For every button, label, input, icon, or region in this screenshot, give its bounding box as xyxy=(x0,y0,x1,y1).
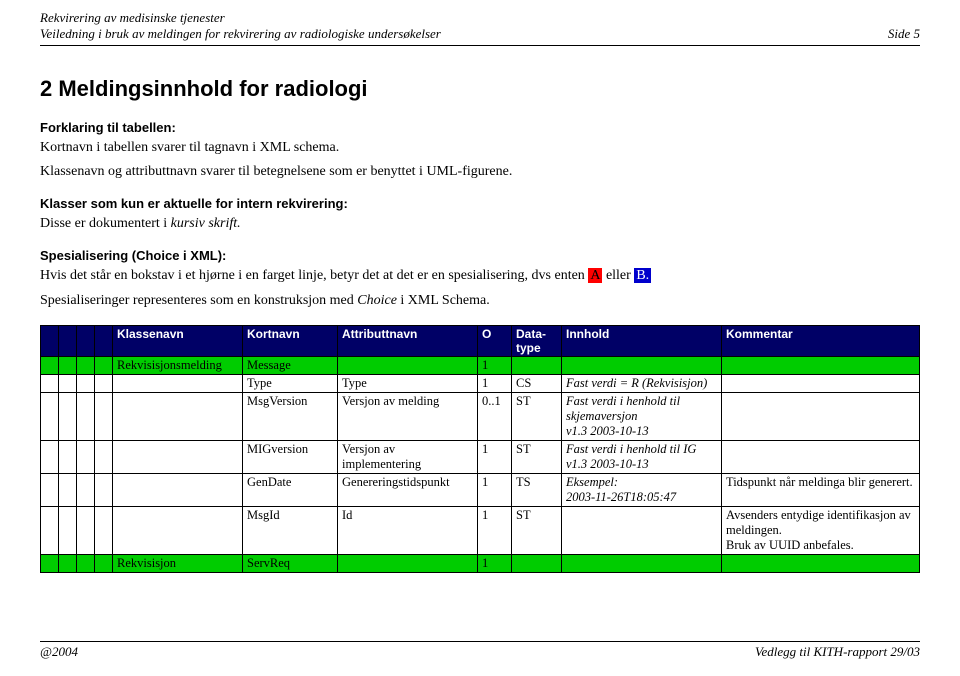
header-line2: Veiledning i bruk av meldingen for rekvi… xyxy=(40,26,441,42)
para-5-post: i XML Schema. xyxy=(397,293,490,308)
table-row: GenDate Genereringstidspunkt 1 TS Eksemp… xyxy=(41,473,920,506)
cell-innhold: Fast verdi i henhold til skjemaversjon v… xyxy=(562,392,722,440)
cell-innhold: Eksempel: 2003-11-26T18:05:47 xyxy=(562,473,722,506)
page-number: Side 5 xyxy=(888,26,920,42)
th-kortnavn: Kortnavn xyxy=(243,325,338,356)
cell-klassenavn: Rekvisisjonsmelding xyxy=(113,356,243,374)
header-line1: Rekvirering av medisinske tjenester xyxy=(40,10,920,26)
cell-datatype: ST xyxy=(512,392,562,440)
footer-right: Vedlegg til KITH-rapport 29/03 xyxy=(755,644,920,660)
cell-kortnavn: GenDate xyxy=(243,473,338,506)
th-kommentar: Kommentar xyxy=(722,325,920,356)
para-3: Disse er dokumentert i kursiv skrift. xyxy=(40,215,920,234)
table-row: MsgVersion Versjon av melding 0..1 ST Fa… xyxy=(41,392,920,440)
spec-table: Klassenavn Kortnavn Attributtnavn O Data… xyxy=(40,325,920,573)
cell-datatype: ST xyxy=(512,506,562,554)
cell-kortnavn: MsgVersion xyxy=(243,392,338,440)
table-header-row: Klassenavn Kortnavn Attributtnavn O Data… xyxy=(41,325,920,356)
para-5: Spesialiseringer representeres som en ko… xyxy=(40,292,920,311)
cell-kortnavn: Type xyxy=(243,374,338,392)
footer-rule xyxy=(40,641,920,642)
para-4-pre: Hvis det står en bokstav i et hjørne i e… xyxy=(40,268,588,283)
cell-attributtnavn: Type xyxy=(338,374,478,392)
para-5-it: Choice xyxy=(357,293,397,308)
table-row: Rekvisisjon ServReq 1 xyxy=(41,554,920,572)
subhead-spesialisering: Spesialisering (Choice i XML): xyxy=(40,248,920,263)
cell-o: 1 xyxy=(478,506,512,554)
cell-kortnavn: ServReq xyxy=(243,554,338,572)
choice-a-icon: A xyxy=(588,268,602,283)
page-footer: @2004 Vedlegg til KITH-rapport 29/03 xyxy=(40,641,920,660)
table-row: Type Type 1 CS Fast verdi = R (Rekvisisj… xyxy=(41,374,920,392)
footer-left: @2004 xyxy=(40,644,78,660)
cell-o: 1 xyxy=(478,473,512,506)
th-datatype: Data-type xyxy=(512,325,562,356)
cell-datatype: TS xyxy=(512,473,562,506)
cell-o: 1 xyxy=(478,554,512,572)
th-attributtnavn: Attributtnavn xyxy=(338,325,478,356)
cell-klassenavn: Rekvisisjon xyxy=(113,554,243,572)
cell-attributtnavn: Versjon av melding xyxy=(338,392,478,440)
th-klassenavn: Klassenavn xyxy=(113,325,243,356)
cell-innhold: Fast verdi = R (Rekvisisjon) xyxy=(562,374,722,392)
cell-attributtnavn: Versjon av implementering xyxy=(338,440,478,473)
cell-datatype: ST xyxy=(512,440,562,473)
header-rule xyxy=(40,45,920,46)
para-4: Hvis det står en bokstav i et hjørne i e… xyxy=(40,267,920,286)
cell-kortnavn: Message xyxy=(243,356,338,374)
cell-attributtnavn: Genereringstidspunkt xyxy=(338,473,478,506)
cell-attributtnavn: Id xyxy=(338,506,478,554)
cell-o: 1 xyxy=(478,440,512,473)
table-row: MsgId Id 1 ST Avsenders entydige identif… xyxy=(41,506,920,554)
para-5-pre: Spesialiseringer representeres som en ko… xyxy=(40,293,357,308)
para-1: Kortnavn i tabellen svarer til tagnavn i… xyxy=(40,139,920,158)
cell-datatype: CS xyxy=(512,374,562,392)
cell-kortnavn: MsgId xyxy=(243,506,338,554)
cell-kortnavn: MIGversion xyxy=(243,440,338,473)
para-2: Klassenavn og attributtnavn svarer til b… xyxy=(40,163,920,182)
cell-kommentar: Avsenders entydige identifikasjon av mel… xyxy=(722,506,920,554)
cell-o: 1 xyxy=(478,356,512,374)
page: Rekvirering av medisinske tjenester Veil… xyxy=(0,0,960,676)
para-3-pre: Disse er dokumentert i xyxy=(40,216,171,231)
para-3-it: kursiv skrift. xyxy=(171,216,241,231)
table-row: MIGversion Versjon av implementering 1 S… xyxy=(41,440,920,473)
page-header: Rekvirering av medisinske tjenester Veil… xyxy=(40,10,920,43)
para-4-mid: eller xyxy=(602,268,634,283)
subhead-forklaring: Forklaring til tabellen: xyxy=(40,120,920,135)
th-o: O xyxy=(478,325,512,356)
th-innhold: Innhold xyxy=(562,325,722,356)
cell-o: 0..1 xyxy=(478,392,512,440)
cell-kommentar: Tidspunkt når meldinga blir generert. xyxy=(722,473,920,506)
section-title: 2 Meldingsinnhold for radiologi xyxy=(40,76,920,102)
subhead-klasser: Klasser som kun er aktuelle for intern r… xyxy=(40,196,920,211)
table-row: Rekvisisjonsmelding Message 1 xyxy=(41,356,920,374)
cell-o: 1 xyxy=(478,374,512,392)
choice-b-icon: B. xyxy=(634,268,651,283)
cell-innhold: Fast verdi i henhold til IG v1.3 2003-10… xyxy=(562,440,722,473)
